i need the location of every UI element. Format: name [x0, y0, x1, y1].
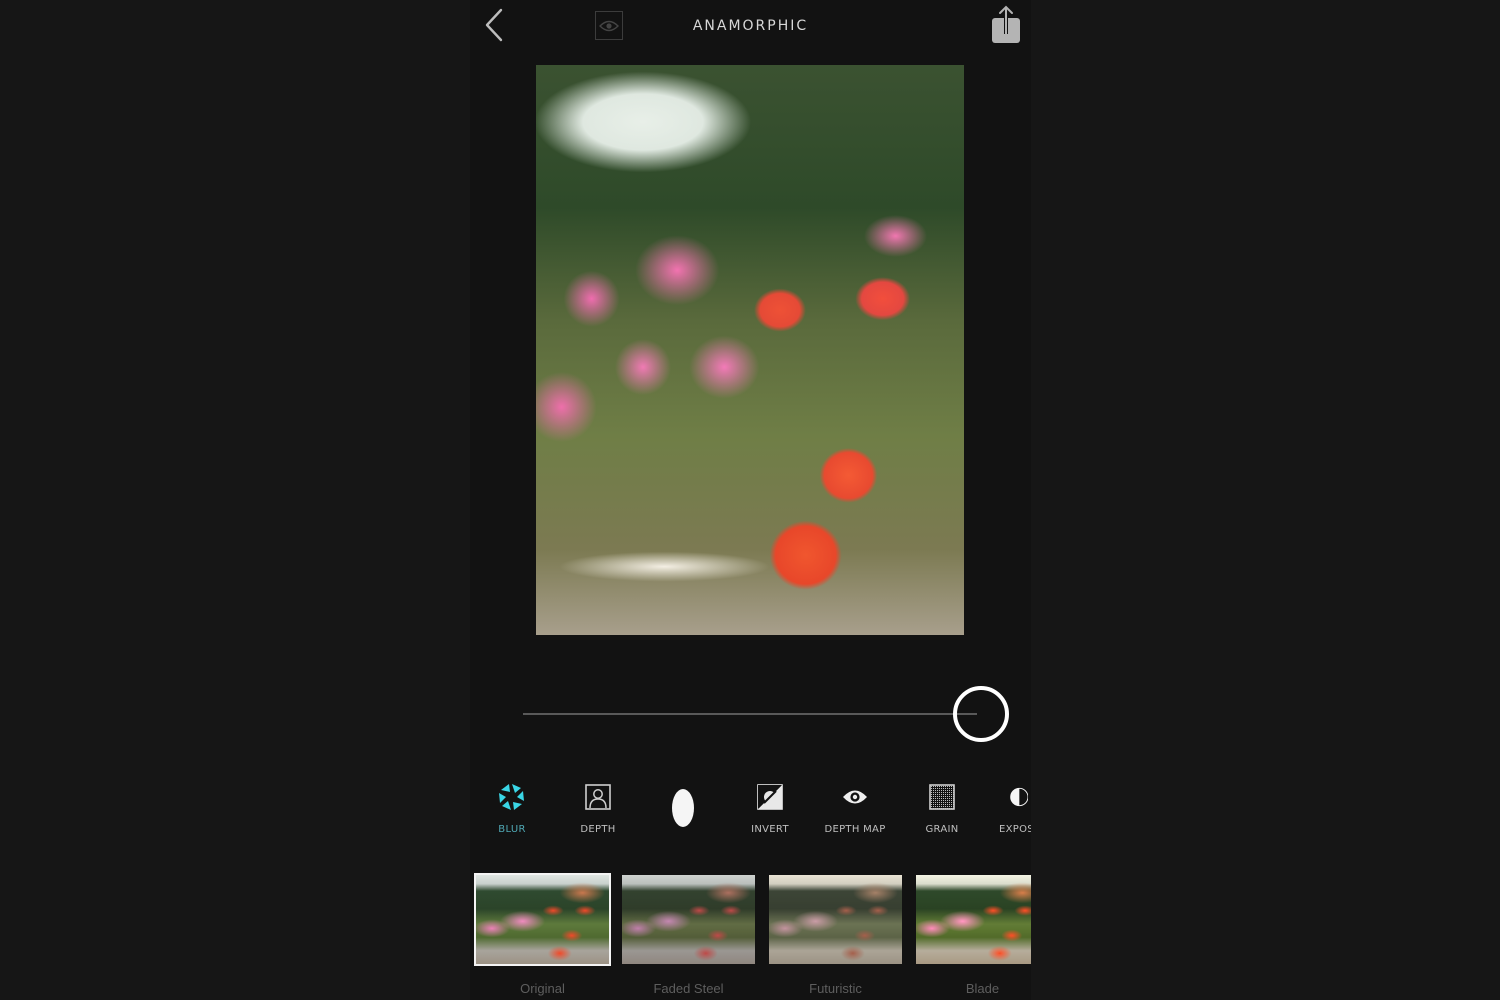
- filter-thumbnail[interactable]: [914, 873, 1031, 966]
- tool-label: BLUR: [498, 824, 526, 835]
- filter-thumbnail[interactable]: [474, 873, 611, 966]
- eye-icon: [843, 790, 867, 804]
- filter-futuristic[interactable]: Futuristic: [767, 873, 904, 996]
- share-icon: [992, 5, 1020, 43]
- filter-label: Blade: [965, 981, 1000, 996]
- tool-depth[interactable]: DEPTH: [553, 780, 643, 840]
- grain-icon: [929, 784, 955, 810]
- filter-faded-steel[interactable]: Faded Steel: [620, 873, 757, 996]
- blur-intensity-slider[interactable]: [523, 686, 1013, 742]
- app-screen: ANAMORPHIC BLUR DEPTH INVERT DEPTH MAP G…: [470, 0, 1031, 1000]
- tool-bokeh-shape[interactable]: [638, 780, 728, 840]
- filter-original[interactable]: Original: [474, 873, 611, 996]
- exposure-icon: [1010, 787, 1028, 807]
- slider-track[interactable]: [523, 713, 977, 715]
- filter-label: Futuristic: [809, 981, 862, 996]
- filter-thumbnail[interactable]: [767, 873, 904, 966]
- tool-depth-map[interactable]: DEPTH MAP: [810, 780, 900, 840]
- filter-strip: Original Faded Steel Futuristic Blade: [470, 870, 1031, 1000]
- slider-thumb[interactable]: [953, 686, 1009, 742]
- tool-label: GRAIN: [925, 824, 959, 835]
- tool-blur[interactable]: BLUR: [470, 780, 557, 840]
- tool-label: EXPOS: [999, 824, 1031, 835]
- filter-blade[interactable]: Blade: [914, 873, 1031, 996]
- tool-label: DEPTH: [580, 824, 616, 835]
- filter-thumbnail[interactable]: [620, 873, 757, 966]
- invert-icon: [757, 784, 783, 810]
- photo-preview[interactable]: [536, 65, 964, 635]
- bokeh-shape-icon: [672, 789, 694, 827]
- share-button[interactable]: [991, 4, 1021, 44]
- filter-label: Faded Steel: [653, 981, 724, 996]
- filter-label: Original: [520, 981, 565, 996]
- tool-bar: BLUR DEPTH INVERT DEPTH MAP GRAIN EXPOS: [470, 780, 1031, 840]
- tool-label: INVERT: [751, 824, 789, 835]
- portrait-icon: [585, 784, 611, 810]
- tool-invert[interactable]: INVERT: [725, 780, 815, 840]
- app-title: ANAMORPHIC: [692, 18, 809, 34]
- tool-exposure[interactable]: EXPOS: [972, 780, 1031, 840]
- tool-label: DEPTH MAP: [824, 824, 886, 835]
- aperture-icon: [499, 784, 524, 810]
